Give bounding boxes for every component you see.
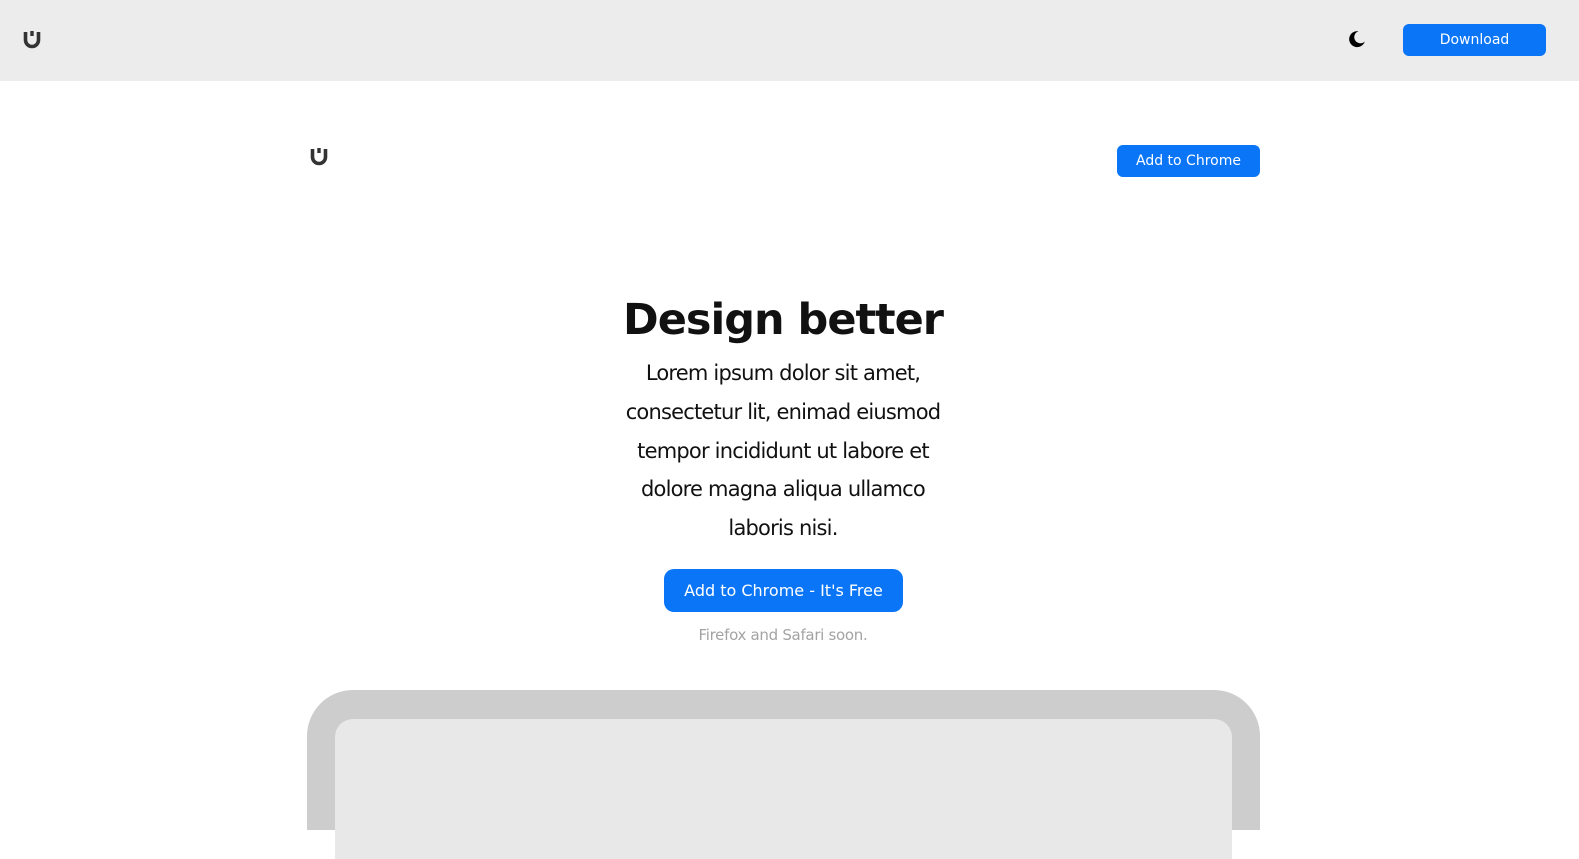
add-to-chrome-button[interactable]: Add to Chrome: [1117, 145, 1260, 177]
device-mockup-screen: [335, 719, 1232, 859]
magnet-logo-icon[interactable]: [22, 29, 42, 49]
browser-support-note: Firefox and Safari soon.: [698, 626, 868, 644]
hero-description: Lorem ipsum dolor sit amet, consectetur …: [625, 361, 941, 541]
add-to-chrome-cta-button[interactable]: Add to Chrome - It's Free: [664, 569, 903, 612]
device-mockup-frame: [307, 690, 1260, 859]
top-bar: Download: [0, 0, 1579, 81]
download-button[interactable]: Download: [1403, 24, 1546, 56]
moon-icon[interactable]: [1347, 29, 1367, 49]
magnet-logo-icon[interactable]: [309, 146, 329, 166]
hero-title: Design better: [623, 295, 944, 345]
